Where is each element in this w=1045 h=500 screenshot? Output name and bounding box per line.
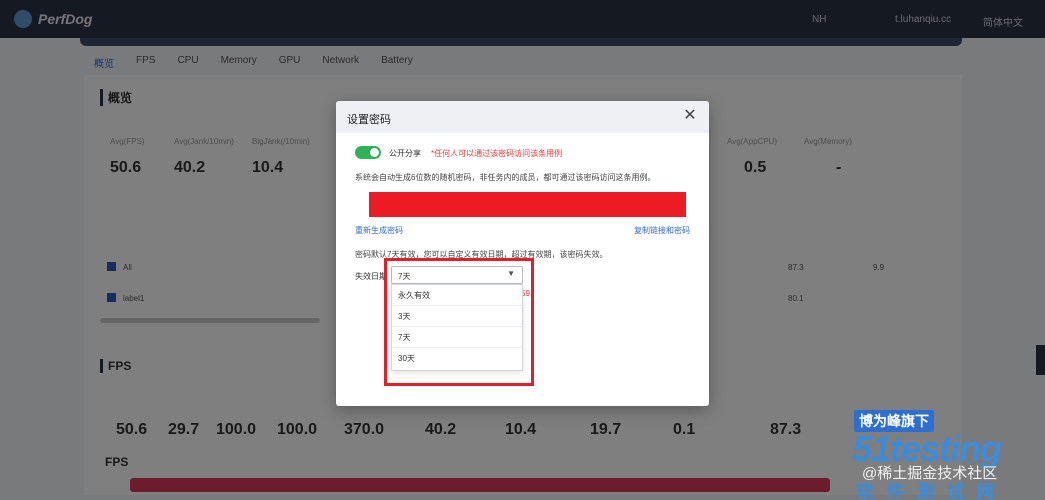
dialog-title: 设置密码 — [347, 114, 391, 126]
copy-link-and-password-link[interactable]: 复制链接和密码 — [634, 225, 690, 236]
public-share-toggle[interactable] — [355, 146, 381, 159]
public-share-label: 公开分享 — [389, 149, 421, 158]
regenerate-password-link[interactable]: 重新生成密码 — [355, 225, 403, 236]
password-description: 系统会自动生成6位数的随机密码，非任务内的成员，都可通过该密码访问这条用例。 — [355, 173, 656, 182]
dialog-header: 设置密码 ✕ — [336, 101, 709, 133]
close-icon[interactable]: ✕ — [681, 107, 699, 125]
expiry-date-label: 失效日期 — [355, 272, 387, 281]
watermark-cn: 软件测试网 — [856, 482, 1006, 500]
share-warning-text: *任何人可以通过该密码访问该条用例 — [431, 149, 563, 158]
annotation-highlight-box — [384, 258, 534, 386]
password-redaction-box — [369, 192, 686, 217]
